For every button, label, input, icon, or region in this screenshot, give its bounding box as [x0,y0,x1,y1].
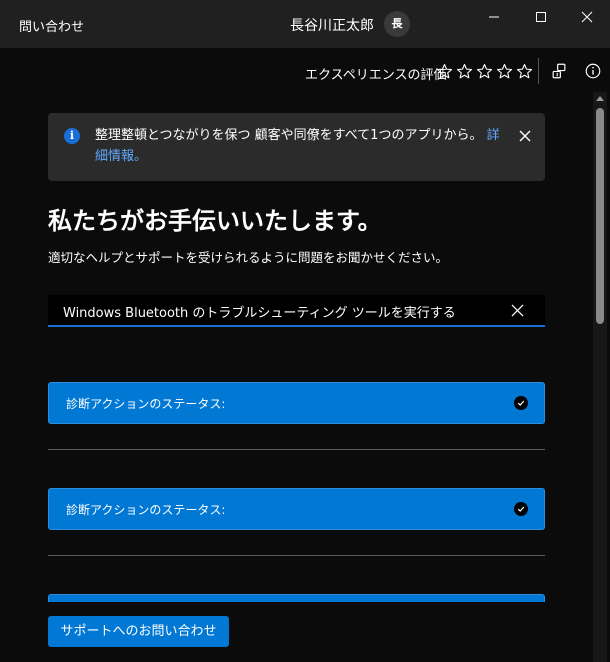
status-label: 診断アクションのステータス: [66,503,226,517]
star-icon [496,63,512,78]
banner-text: 整理整頓とつながりを保つ 顧客や同僚をすべて1つのアプリから。 詳細情報。 [95,125,505,167]
avatar[interactable]: 長 [384,11,410,37]
search-input-value[interactable]: Windows Bluetooth のトラブルシューティング ツールを実行する [63,302,456,321]
main-content: エクスペリエンスの評価 i 整理整頓とつながりを保つ 顧客や同僚をすべて1つのア… [0,48,610,662]
minimize-button[interactable] [471,0,517,34]
close-button[interactable] [564,0,610,34]
info-banner: i 整理整頓とつながりを保つ 顧客や同僚をすべて1つのアプリから。 詳細情報。 [48,113,545,181]
app-title: 問い合わせ [19,20,85,35]
star-rating-4[interactable] [495,62,513,80]
rating-stars [435,62,533,80]
diagnostic-status-card-partial[interactable] [48,594,545,602]
diagnostic-status-card[interactable]: 診断アクションのステータス: [48,488,545,530]
maximize-button[interactable] [518,0,564,34]
star-rating-3[interactable] [475,62,493,80]
info-icon [585,63,601,79]
divider [48,555,545,556]
minimize-icon [489,16,499,18]
scrollbar[interactable] [593,92,607,662]
star-rating-2[interactable] [455,62,473,80]
info-button[interactable] [583,61,603,81]
info-icon: i [64,128,80,144]
banner-message: 整理整頓とつながりを保つ 顧客や同僚をすべて1つのアプリから。 [95,128,483,143]
scroll-up-arrow-icon[interactable] [596,96,604,101]
divider [48,449,545,450]
problem-search-input[interactable]: Windows Bluetooth のトラブルシューティング ツールを実行する [48,295,545,327]
star-rating-1[interactable] [435,62,453,80]
check-circle-icon [514,502,528,516]
status-label: 診断アクションのステータス: [66,397,226,411]
page-title: 私たちがお手伝いいたします。 [48,207,382,235]
rating-label: エクスペリエンスの評価 [305,68,447,83]
page-subtitle: 適切なヘルプとサポートを受けられるように問題をお聞かせください。 [48,250,449,265]
share-button[interactable] [549,61,569,81]
title-bar: 問い合わせ 長谷川正太郎 長 [0,0,610,48]
star-icon [476,63,492,78]
close-icon[interactable] [518,129,532,143]
clear-icon[interactable] [511,304,524,317]
star-icon [436,63,452,78]
contact-support-button[interactable]: サポートへのお問い合わせ [48,616,229,647]
star-icon [516,63,532,78]
check-circle-icon [514,396,528,410]
star-icon [456,63,472,78]
maximize-icon [536,12,546,22]
user-name: 長谷川正太郎 [290,18,374,34]
scrollbar-thumb[interactable] [596,108,604,324]
diagnostic-status-card[interactable]: 診断アクションのステータス: [48,382,545,424]
star-rating-5[interactable] [515,62,533,80]
share-icon [552,63,566,79]
toolbar-divider [538,58,539,84]
close-icon [581,11,593,23]
